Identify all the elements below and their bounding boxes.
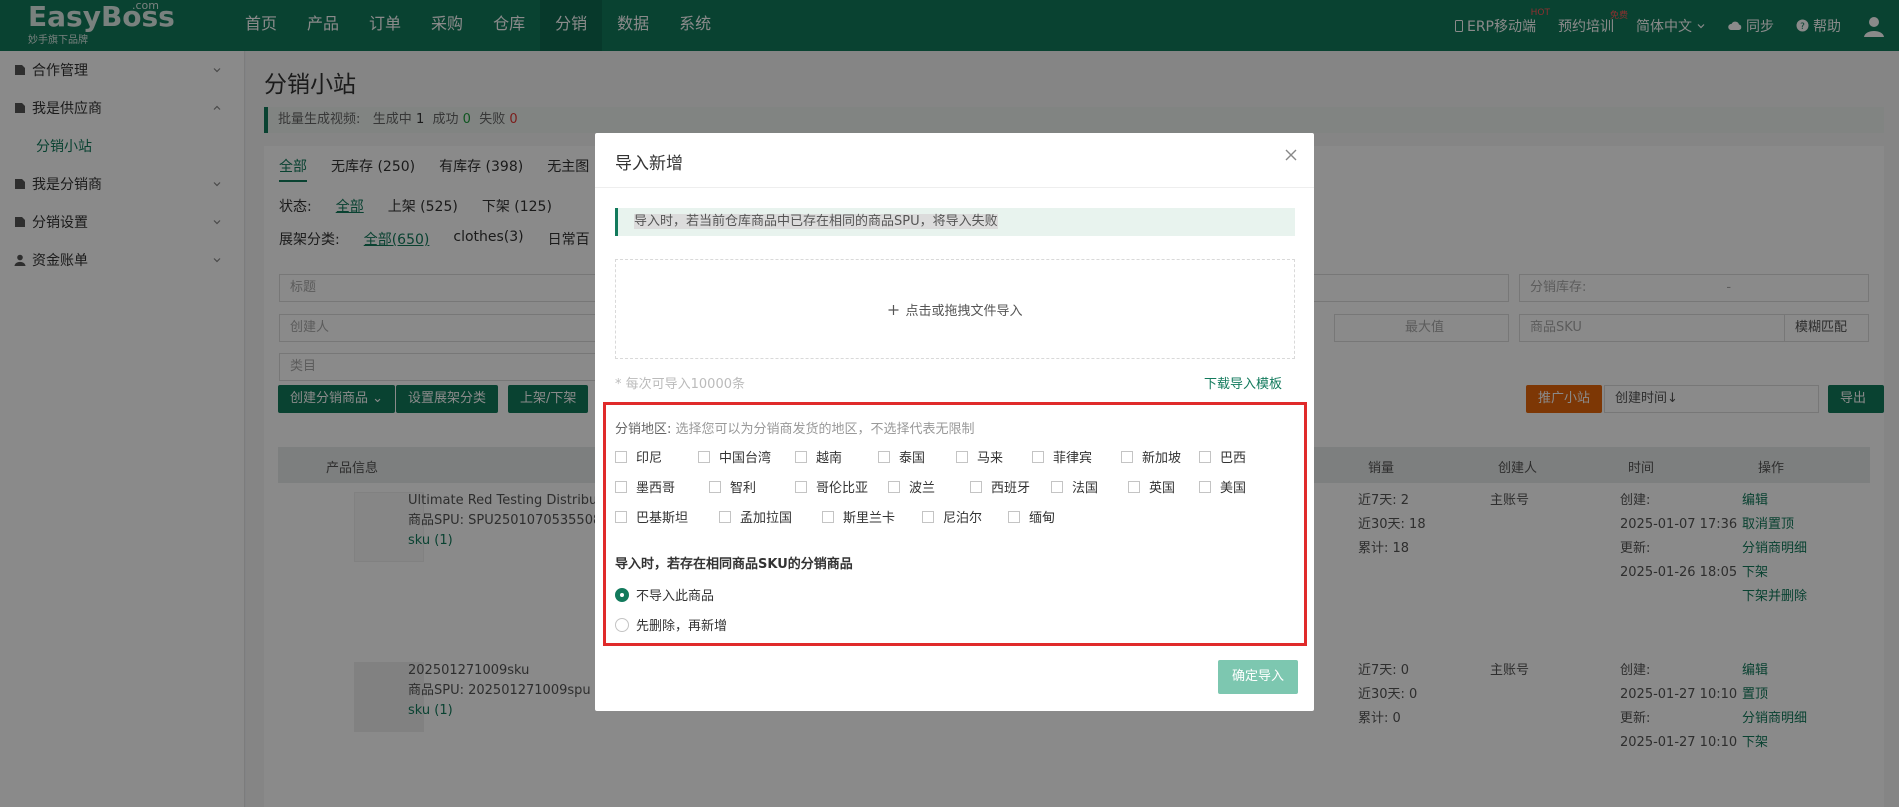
dialog-header: 导入新增 — [595, 133, 1314, 188]
checkbox-icon — [615, 510, 627, 523]
checkbox-icon — [795, 480, 807, 493]
region-checkbox-label: 巴西 — [1220, 451, 1247, 466]
region-checkbox[interactable]: 尼泊尔 — [922, 507, 982, 526]
checkbox-icon — [888, 480, 900, 493]
plus-icon — [888, 304, 899, 315]
region-checkbox-label: 越南 — [816, 451, 843, 466]
upload-prompt: 点击或拖拽文件导入 — [887, 300, 1023, 319]
checkbox-icon — [970, 480, 982, 493]
checkbox-icon — [615, 480, 627, 493]
region-checkbox-label: 菲律宾 — [1053, 451, 1093, 466]
upload-text: 点击或拖拽文件导入 — [905, 304, 1023, 319]
radio-label: 不导入此商品 — [636, 589, 715, 604]
close-icon[interactable] — [1284, 148, 1298, 162]
region-checkbox[interactable]: 泰国 — [878, 447, 925, 466]
region-checkbox-label: 波兰 — [909, 481, 936, 496]
region-checkbox[interactable]: 马来 — [956, 447, 1003, 466]
checkbox-icon — [1121, 450, 1133, 463]
region-checkbox[interactable]: 斯里兰卡 — [822, 507, 895, 526]
region-checkbox-label: 中国台湾 — [719, 451, 772, 466]
radio-checked-icon — [615, 587, 629, 602]
region-checkbox-label: 墨西哥 — [636, 481, 676, 496]
region-checkbox[interactable]: 美国 — [1199, 477, 1246, 496]
region-checkbox[interactable]: 中国台湾 — [698, 447, 771, 466]
download-template-link[interactable]: 下载导入模板 — [1204, 373, 1282, 392]
checkbox-icon — [709, 480, 721, 493]
region-checkbox[interactable]: 墨西哥 — [615, 477, 675, 496]
checkbox-icon — [719, 510, 731, 523]
dialog-title: 导入新增 — [615, 154, 683, 174]
region-checkbox[interactable]: 巴西 — [1199, 447, 1246, 466]
region-checkbox[interactable]: 英国 — [1128, 477, 1175, 496]
region-hint: 选择您可以为分销商发货的地区，不选择代表无限制 — [675, 422, 975, 437]
checkbox-icon — [1199, 480, 1211, 493]
radio-label: 先删除，再新增 — [636, 619, 728, 634]
warning-text: 导入时，若当前仓库商品中已存在相同的商品SPU，将导入失败 — [634, 214, 998, 229]
radio-delete-then-add[interactable]: 先删除，再新增 — [615, 615, 727, 634]
region-checkbox-label: 哥伦比亚 — [816, 481, 869, 496]
checkbox-icon — [1128, 480, 1140, 493]
region-checkbox[interactable]: 新加坡 — [1121, 447, 1181, 466]
region-checkbox-label: 巴基斯坦 — [636, 511, 689, 526]
checkbox-icon — [698, 450, 710, 463]
checkbox-icon — [878, 450, 890, 463]
checkbox-icon — [956, 450, 968, 463]
checkbox-icon — [795, 450, 807, 463]
region-checkbox[interactable]: 法国 — [1051, 477, 1098, 496]
region-title: 分销地区: — [615, 422, 672, 437]
upload-dropzone[interactable]: 点击或拖拽文件导入 — [615, 259, 1295, 359]
region-checkbox-label: 法国 — [1072, 481, 1099, 496]
confirm-import-button[interactable]: 确定导入 — [1218, 660, 1298, 694]
checkbox-icon — [822, 510, 834, 523]
region-checkbox[interactable]: 西班牙 — [970, 477, 1030, 496]
region-checkbox-label: 新加坡 — [1142, 451, 1182, 466]
import-warning: 导入时，若当前仓库商品中已存在相同的商品SPU，将导入失败 — [615, 208, 1295, 236]
region-checkbox[interactable]: 哥伦比亚 — [795, 477, 868, 496]
region-checkbox[interactable]: 智利 — [709, 477, 756, 496]
region-checkbox-label: 西班牙 — [991, 481, 1031, 496]
checkbox-icon — [1032, 450, 1044, 463]
region-checkbox-label: 智利 — [730, 481, 757, 496]
checkbox-icon — [922, 510, 934, 523]
radio-skip-product[interactable]: 不导入此商品 — [615, 585, 714, 604]
checkbox-icon — [1008, 510, 1020, 523]
region-label: 分销地区: 选择您可以为分销商发货的地区，不选择代表无限制 — [615, 418, 975, 437]
region-checkbox[interactable]: 波兰 — [888, 477, 935, 496]
region-checkbox[interactable]: 越南 — [795, 447, 842, 466]
region-checkbox-label: 英国 — [1149, 481, 1176, 496]
region-checkbox-label: 马来 — [977, 451, 1004, 466]
checkbox-icon — [615, 450, 627, 463]
region-checkbox-label: 斯里兰卡 — [843, 511, 896, 526]
sku-conflict-title: 导入时，若存在相同商品SKU的分销商品 — [615, 557, 853, 572]
import-limit-note: * 每次可导入10000条 — [615, 377, 745, 392]
region-checkbox[interactable]: 印尼 — [615, 447, 662, 466]
region-checkbox-label: 泰国 — [899, 451, 926, 466]
checkbox-icon — [1051, 480, 1063, 493]
region-checkbox-label: 印尼 — [636, 451, 663, 466]
checkbox-icon — [1199, 450, 1211, 463]
region-checkbox-label: 尼泊尔 — [943, 511, 983, 526]
region-checkbox[interactable]: 缅甸 — [1008, 507, 1055, 526]
region-checkbox-label: 缅甸 — [1029, 511, 1056, 526]
import-dialog: 导入新增 导入时，若当前仓库商品中已存在相同的商品SPU，将导入失败 点击或拖拽… — [595, 133, 1314, 711]
region-checkbox[interactable]: 孟加拉国 — [719, 507, 792, 526]
region-checkbox-label: 美国 — [1220, 481, 1247, 496]
region-checkbox[interactable]: 巴基斯坦 — [615, 507, 688, 526]
region-checkbox[interactable]: 菲律宾 — [1032, 447, 1092, 466]
region-checkbox-label: 孟加拉国 — [740, 511, 793, 526]
radio-unchecked-icon — [615, 617, 629, 632]
